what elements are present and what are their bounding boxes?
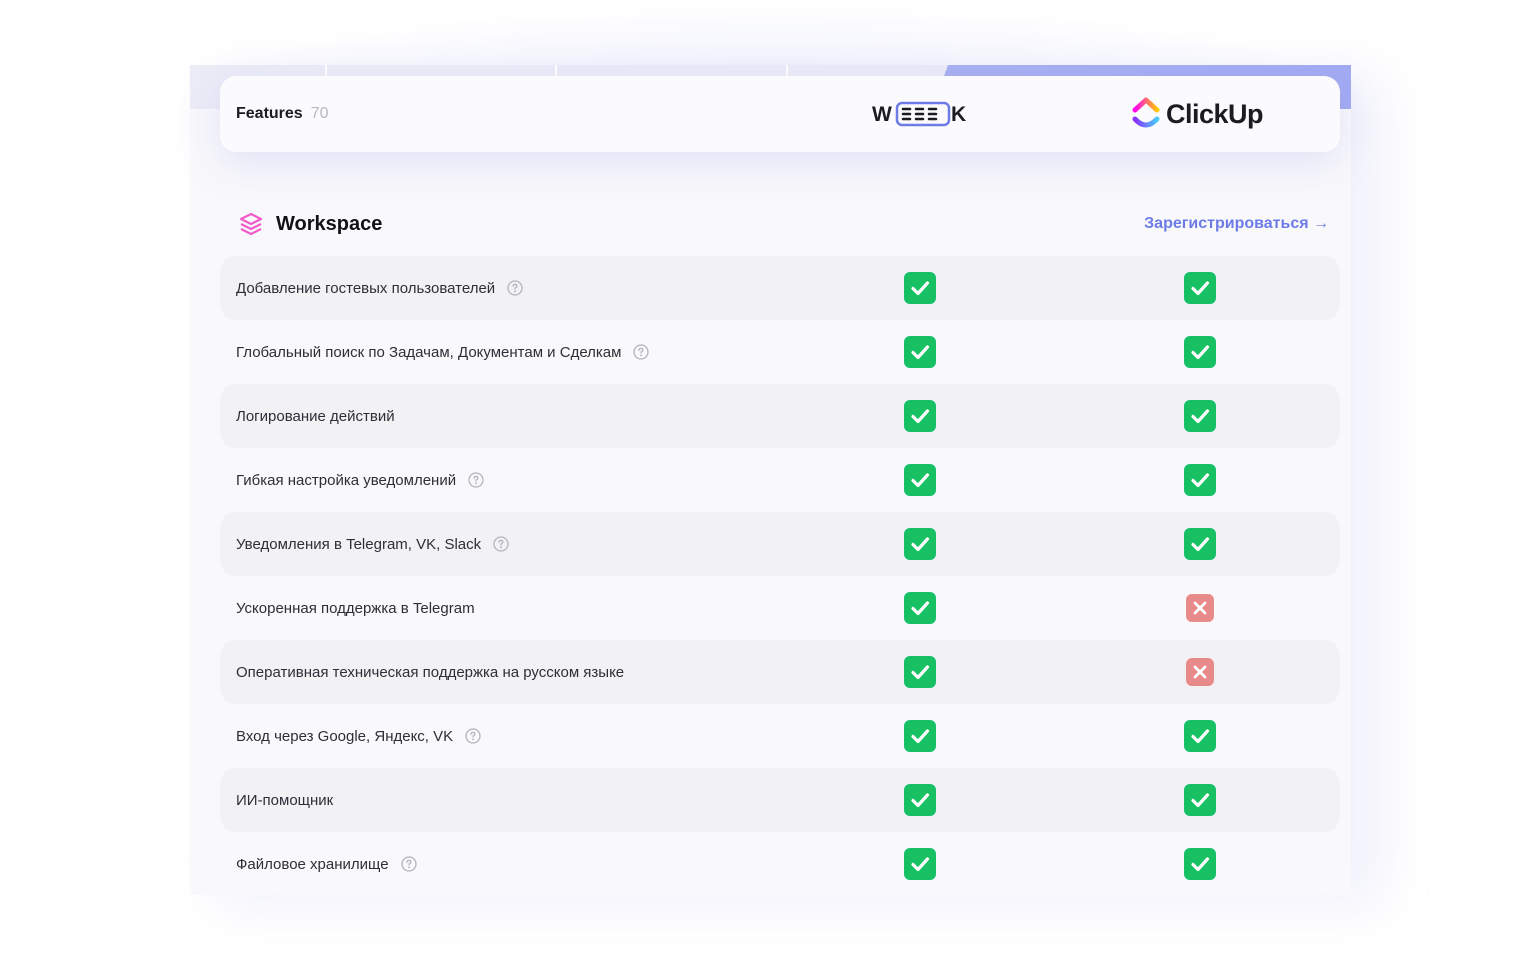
table-row: Добавление гостевых пользователей [220, 256, 1340, 320]
feature-label: Файловое хранилище [236, 832, 417, 896]
signup-link[interactable]: Зарегистрироваться → [1144, 215, 1329, 233]
check-icon [904, 464, 936, 496]
table-row: Ускоренная поддержка в Telegram [220, 576, 1340, 640]
table-row: Логирование действий [220, 384, 1340, 448]
feature-name: Файловое хранилище [236, 855, 389, 873]
feature-label: Оперативная техническая поддержка на рус… [236, 640, 624, 704]
help-icon[interactable] [507, 280, 523, 296]
features-title: Features [236, 105, 303, 122]
table-row: ИИ-помощник [220, 768, 1340, 832]
check-icon [1184, 848, 1216, 880]
feature-label: Глобальный поиск по Задачам, Документам … [236, 320, 650, 384]
features-label: Features 70 [236, 105, 329, 123]
check-icon [1184, 400, 1216, 432]
weeek-logo-icon: W K [872, 101, 966, 127]
section-header: Workspace [238, 208, 382, 240]
clickup-logo: ClickUp [1132, 96, 1264, 132]
check-icon [904, 592, 936, 624]
check-icon [904, 784, 936, 816]
check-icon [904, 400, 936, 432]
feature-label: Логирование действий [236, 384, 395, 448]
feature-label: Уведомления в Telegram, VK, Slack [236, 512, 509, 576]
section-title: Workspace [276, 212, 383, 235]
feature-name: Добавление гостевых пользователей [236, 279, 496, 297]
feature-name: Логирование действий [236, 407, 395, 425]
feature-label: Ускоренная поддержка в Telegram [236, 576, 475, 640]
check-icon [904, 656, 936, 688]
table-row: Вход через Google, Яндекс, VK [220, 704, 1340, 768]
check-icon [904, 272, 936, 304]
table-row: Оперативная техническая поддержка на рус… [220, 640, 1340, 704]
help-icon[interactable] [400, 856, 417, 872]
check-icon [1184, 528, 1216, 560]
table-row: Уведомления в Telegram, VK, Slack [220, 512, 1340, 576]
feature-name: Ускоренная поддержка в Telegram [236, 599, 475, 617]
help-icon[interactable] [633, 344, 650, 360]
help-icon[interactable] [465, 728, 481, 744]
feature-label: Добавление гостевых пользователей [236, 256, 523, 320]
comparison-page: Features 70 W K ClickUp Workspace Зареги… [0, 0, 1540, 959]
feature-label: Гибкая настройка уведомлений [236, 448, 484, 512]
feature-name: Вход через Google, Яндекс, VK [236, 727, 454, 745]
check-icon [904, 848, 936, 880]
layers-icon [239, 212, 263, 236]
features-count: 70 [310, 105, 329, 122]
feature-table: Добавление гостевых пользователей Глобал… [220, 256, 1340, 896]
table-row: Гибкая настройка уведомлений [220, 448, 1340, 512]
cross-icon [1186, 594, 1214, 622]
svg-text:W: W [872, 103, 892, 126]
check-icon [1184, 784, 1216, 816]
help-icon[interactable] [493, 536, 509, 552]
table-row: Глобальный поиск по Задачам, Документам … [220, 320, 1340, 384]
feature-name: Глобальный поиск по Задачам, Документам … [236, 343, 622, 361]
check-icon [1184, 720, 1216, 752]
comparison-header: Features 70 W K ClickUp [220, 76, 1340, 152]
help-icon[interactable] [468, 472, 484, 488]
check-icon [1184, 336, 1216, 368]
svg-text:K: K [951, 103, 966, 126]
feature-name: Оперативная техническая поддержка на рус… [236, 663, 625, 681]
check-icon [904, 336, 936, 368]
feature-name: Гибкая настройка уведомлений [236, 471, 457, 489]
weeek-logo: W K [872, 100, 968, 128]
cross-icon [1186, 658, 1214, 686]
check-icon [1184, 464, 1216, 496]
check-icon [1184, 272, 1216, 304]
feature-label: ИИ-помощник [236, 768, 333, 832]
feature-name: ИИ-помощник [236, 791, 334, 809]
feature-name: Уведомления в Telegram, VK, Slack [236, 535, 482, 553]
check-icon [904, 720, 936, 752]
clickup-wordmark: ClickUp [1166, 98, 1264, 129]
table-row: Файловое хранилище [220, 832, 1340, 896]
feature-label: Вход через Google, Яндекс, VK [236, 704, 481, 768]
check-icon [904, 528, 936, 560]
clickup-logo-icon [1132, 97, 1160, 128]
